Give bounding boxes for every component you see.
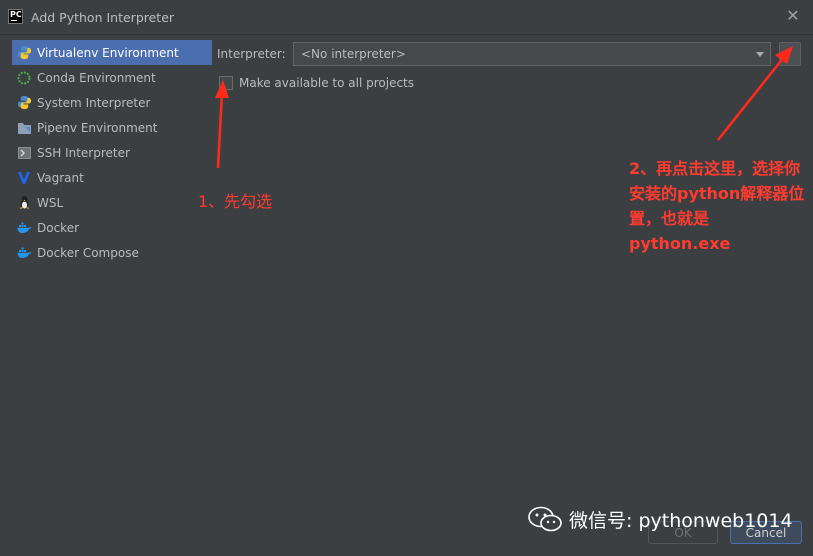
docker-icon — [16, 245, 32, 261]
sidebar-item-docker-compose[interactable]: Docker Compose — [12, 240, 212, 265]
arrow-to-checkbox — [215, 80, 229, 169]
browse-interpreter-button[interactable] — [779, 42, 801, 66]
interpreter-type-list: Virtualenv Environment Conda Environment… — [12, 40, 212, 265]
sidebar-item-label: Docker Compose — [37, 245, 139, 260]
sidebar-item-label: Virtualenv Environment — [37, 45, 179, 60]
sidebar-item-docker[interactable]: Docker — [12, 215, 212, 240]
sidebar-item-label: Conda Environment — [37, 70, 156, 85]
sidebar-item-label: Pipenv Environment — [37, 120, 158, 135]
title-bar: PC Add Python Interpreter ✕ — [0, 0, 813, 35]
pipenv-icon — [16, 120, 32, 136]
python-icon — [16, 95, 32, 111]
ssh-icon — [16, 145, 32, 161]
sidebar-item-conda[interactable]: Conda Environment — [12, 65, 212, 90]
dialog-title: Add Python Interpreter — [31, 10, 175, 25]
virtualenv-icon — [16, 45, 32, 61]
sidebar-item-label: Vagrant — [37, 170, 84, 185]
conda-icon — [16, 70, 32, 86]
sidebar-item-label: SSH Interpreter — [37, 145, 130, 160]
make-available-label[interactable]: Make available to all projects — [239, 76, 414, 90]
sidebar-item-pipenv[interactable]: Pipenv Environment — [12, 115, 212, 140]
interpreter-label: Interpreter: — [217, 47, 286, 61]
sidebar-item-wsl[interactable]: WSL — [12, 190, 212, 215]
make-available-checkbox[interactable] — [219, 76, 233, 90]
linux-icon — [16, 195, 32, 211]
docker-icon — [16, 220, 32, 236]
sidebar-item-label: Docker — [37, 220, 80, 235]
annotation-step-1: 1、先勾选 — [198, 192, 273, 211]
wechat-watermark: 微信号: pythonweb1014 — [527, 505, 793, 533]
interpreter-value: <No interpreter> — [301, 47, 406, 61]
sidebar-item-label: System Interpreter — [37, 95, 151, 110]
chevron-down-icon — [756, 52, 764, 57]
watermark-text: 微信号: pythonweb1014 — [569, 509, 793, 532]
sidebar-item-system[interactable]: System Interpreter — [12, 90, 212, 115]
sidebar-item-ssh[interactable]: SSH Interpreter — [12, 140, 212, 165]
close-icon[interactable]: ✕ — [785, 8, 801, 24]
sidebar-item-vagrant[interactable]: Vagrant — [12, 165, 212, 190]
annotation-step-2: 2、再点击这里，选择你安装的python解释器位置，也就是python.exe — [629, 159, 805, 253]
sidebar-item-virtualenv[interactable]: Virtualenv Environment — [12, 40, 212, 65]
sidebar-item-label: WSL — [37, 195, 64, 210]
vagrant-icon — [16, 170, 32, 186]
pycharm-app-icon: PC — [8, 9, 23, 24]
interpreter-dropdown[interactable]: <No interpreter> — [293, 42, 771, 66]
wechat-icon — [528, 506, 562, 532]
